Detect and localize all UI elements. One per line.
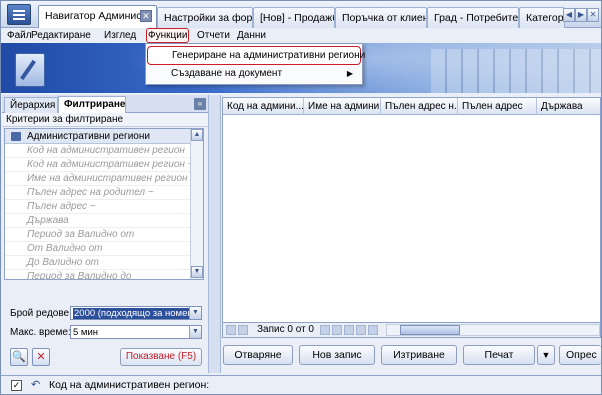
menu-item-label: Създаване на документ [171, 68, 283, 79]
column-header[interactable]: Код на админи... [223, 98, 304, 115]
menu-item-generate-regions[interactable]: Генериране на административни региони [147, 46, 365, 65]
tab-city-user[interactable]: Град - Потребител... [427, 7, 519, 28]
column-header[interactable]: Пълен адрес н... [381, 98, 458, 115]
tab-hierarchy[interactable]: Йерархия [4, 97, 58, 113]
criteria-row[interactable]: Пълен адрес ~ [5, 200, 191, 214]
tab-label: Поръчка от клиент... [342, 12, 426, 24]
delete-button[interactable]: Изтриване [381, 345, 457, 365]
group-label: Административни региони [27, 131, 150, 142]
tab-filter[interactable]: Филтриране [58, 96, 126, 113]
new-record-button[interactable]: Нов запис [299, 345, 375, 365]
grid-header: Код на админи... Име на админи... Пълен … [223, 98, 600, 115]
filter-panel: Йерархия Филтриране « Критерии за филтри… [2, 95, 208, 373]
menu-reports[interactable]: Отчети [197, 29, 230, 42]
scroll-up-icon[interactable]: ▲ [191, 129, 203, 141]
collapse-group-icon[interactable] [11, 132, 21, 141]
chevron-down-icon[interactable]: ▼ [189, 326, 201, 338]
criteria-list: Административни региони Код на администр… [4, 128, 204, 280]
menu-edit[interactable]: Редактиране [31, 29, 91, 42]
last-record-icon[interactable] [332, 325, 342, 335]
functions-menu-dropdown: Генериране на административни региони Съ… [145, 43, 365, 85]
panel-tabs: Йерархия Филтриране « [2, 95, 208, 113]
criteria-row[interactable]: Държава [5, 214, 191, 228]
record-counter: Запис 0 от 0 [257, 324, 314, 335]
criteria-row[interactable]: Код на административен регион ~ [5, 158, 191, 172]
edit-document-icon[interactable] [15, 53, 45, 87]
show-button[interactable]: Показване (F5) [120, 348, 202, 366]
criteria-row[interactable]: Период за Валидно от [5, 228, 191, 242]
criteria-heading: Критерии за филтриране [2, 113, 208, 127]
app-menu-icon[interactable] [7, 4, 31, 25]
print-dropdown-icon[interactable]: ▼ [537, 345, 555, 365]
menu-item-label: Генериране на административни региони [172, 50, 366, 61]
rows-label: Брой редове: [10, 308, 72, 319]
next-record-icon[interactable] [320, 325, 330, 335]
menu-bar: Файл Редактиране Изглед Функции Отчети Д… [1, 28, 601, 43]
record-navigator: Запис 0 от 0 [222, 322, 601, 338]
refresh-button[interactable]: Опрес [559, 345, 601, 365]
scroll-thumb[interactable] [400, 325, 460, 335]
rows-select-value: 2000 (подходящо за номенк [73, 308, 198, 319]
criteria-row[interactable]: Код на административен регион [5, 144, 191, 158]
grid-hscrollbar[interactable] [386, 324, 600, 336]
chevron-right-icon[interactable]: ▶ [575, 8, 587, 22]
tab-categories[interactable]: Категори [519, 7, 565, 28]
criteria-row[interactable]: От Валидно от [5, 242, 191, 256]
collapse-panel-icon[interactable]: « [194, 98, 206, 110]
time-select[interactable]: 5 мин ▼ [70, 325, 202, 339]
column-header[interactable]: Държава [537, 98, 600, 115]
criteria-scrollbar[interactable]: ▲ ▼ [190, 129, 203, 279]
tab-label: Навигатор Админис... [45, 10, 151, 22]
document-tab-strip: Навигатор Админис... ✕ Настройки за форм… [1, 1, 601, 28]
tab-label: Настройки за форм... [164, 12, 253, 24]
banner-keyboard-graphic [431, 49, 601, 93]
tab-scroll: ◀ ▶ ✕ [563, 8, 599, 24]
criteria-row[interactable]: До Валидно от [5, 256, 191, 270]
tab-form-settings[interactable]: Настройки за форм... [157, 7, 253, 28]
close-tab-icon[interactable]: ✕ [140, 10, 152, 22]
app-window: Навигатор Админис... ✕ Настройки за форм… [0, 0, 602, 395]
first-record-icon[interactable] [226, 325, 236, 335]
close-icon[interactable]: ✕ [587, 8, 599, 22]
criteria-row[interactable]: Име на административен регион ~ [5, 172, 191, 186]
criteria-row[interactable]: Период за Валидно до [5, 270, 191, 279]
results-grid: Код на админи... Име на админи... Пълен … [222, 97, 601, 323]
status-bar: ✓ ↶ Код на административен регион: [1, 375, 601, 394]
menu-functions[interactable]: Функции [146, 28, 190, 43]
tab-client-order[interactable]: Поръчка от клиент... [335, 7, 427, 28]
menu-view[interactable]: Изглед [104, 29, 136, 42]
column-header[interactable]: Име на админи... [304, 98, 381, 115]
tab-label: Категори [526, 12, 564, 24]
rows-select[interactable]: 2000 (подходящо за номенк ▼ [70, 306, 202, 320]
tab-new-sale[interactable]: [Нов] - Продажба [253, 7, 335, 28]
tab-label: [Нов] - Продажба [260, 12, 334, 24]
scroll-down-icon[interactable]: ▼ [191, 266, 203, 278]
undo-icon[interactable]: ↶ [31, 378, 40, 391]
criteria-group[interactable]: Административни региони [5, 129, 191, 144]
menu-item-create-document[interactable]: Създаване на документ ▶ [147, 65, 361, 84]
time-select-value: 5 мин [73, 327, 99, 338]
submenu-arrow-icon: ▶ [346, 69, 353, 78]
clear-filter-icon[interactable]: ✕ [32, 348, 50, 366]
chevron-down-icon[interactable]: ▼ [189, 307, 201, 319]
criteria-row[interactable]: Пълен адрес на родител ~ [5, 186, 191, 200]
panel-splitter[interactable] [208, 95, 221, 373]
refresh-record-icon[interactable] [368, 325, 378, 335]
status-text: Код на административен регион: [49, 379, 210, 391]
chevron-left-icon[interactable]: ◀ [563, 8, 575, 22]
print-button[interactable]: Печат [463, 345, 535, 365]
open-button[interactable]: Отваряне [223, 345, 293, 365]
prev-record-icon[interactable] [238, 325, 248, 335]
tab-label: Град - Потребител... [434, 12, 518, 24]
search-icon[interactable]: 🔍 [10, 348, 28, 366]
time-label: Макс. време: [10, 327, 71, 338]
add-record-icon[interactable] [344, 325, 354, 335]
menu-file[interactable]: Файл [7, 29, 32, 42]
delete-record-icon[interactable] [356, 325, 366, 335]
checkbox-icon[interactable]: ✓ [11, 380, 22, 391]
column-header[interactable]: Пълен адрес [458, 98, 537, 115]
menu-data[interactable]: Данни [237, 29, 266, 42]
